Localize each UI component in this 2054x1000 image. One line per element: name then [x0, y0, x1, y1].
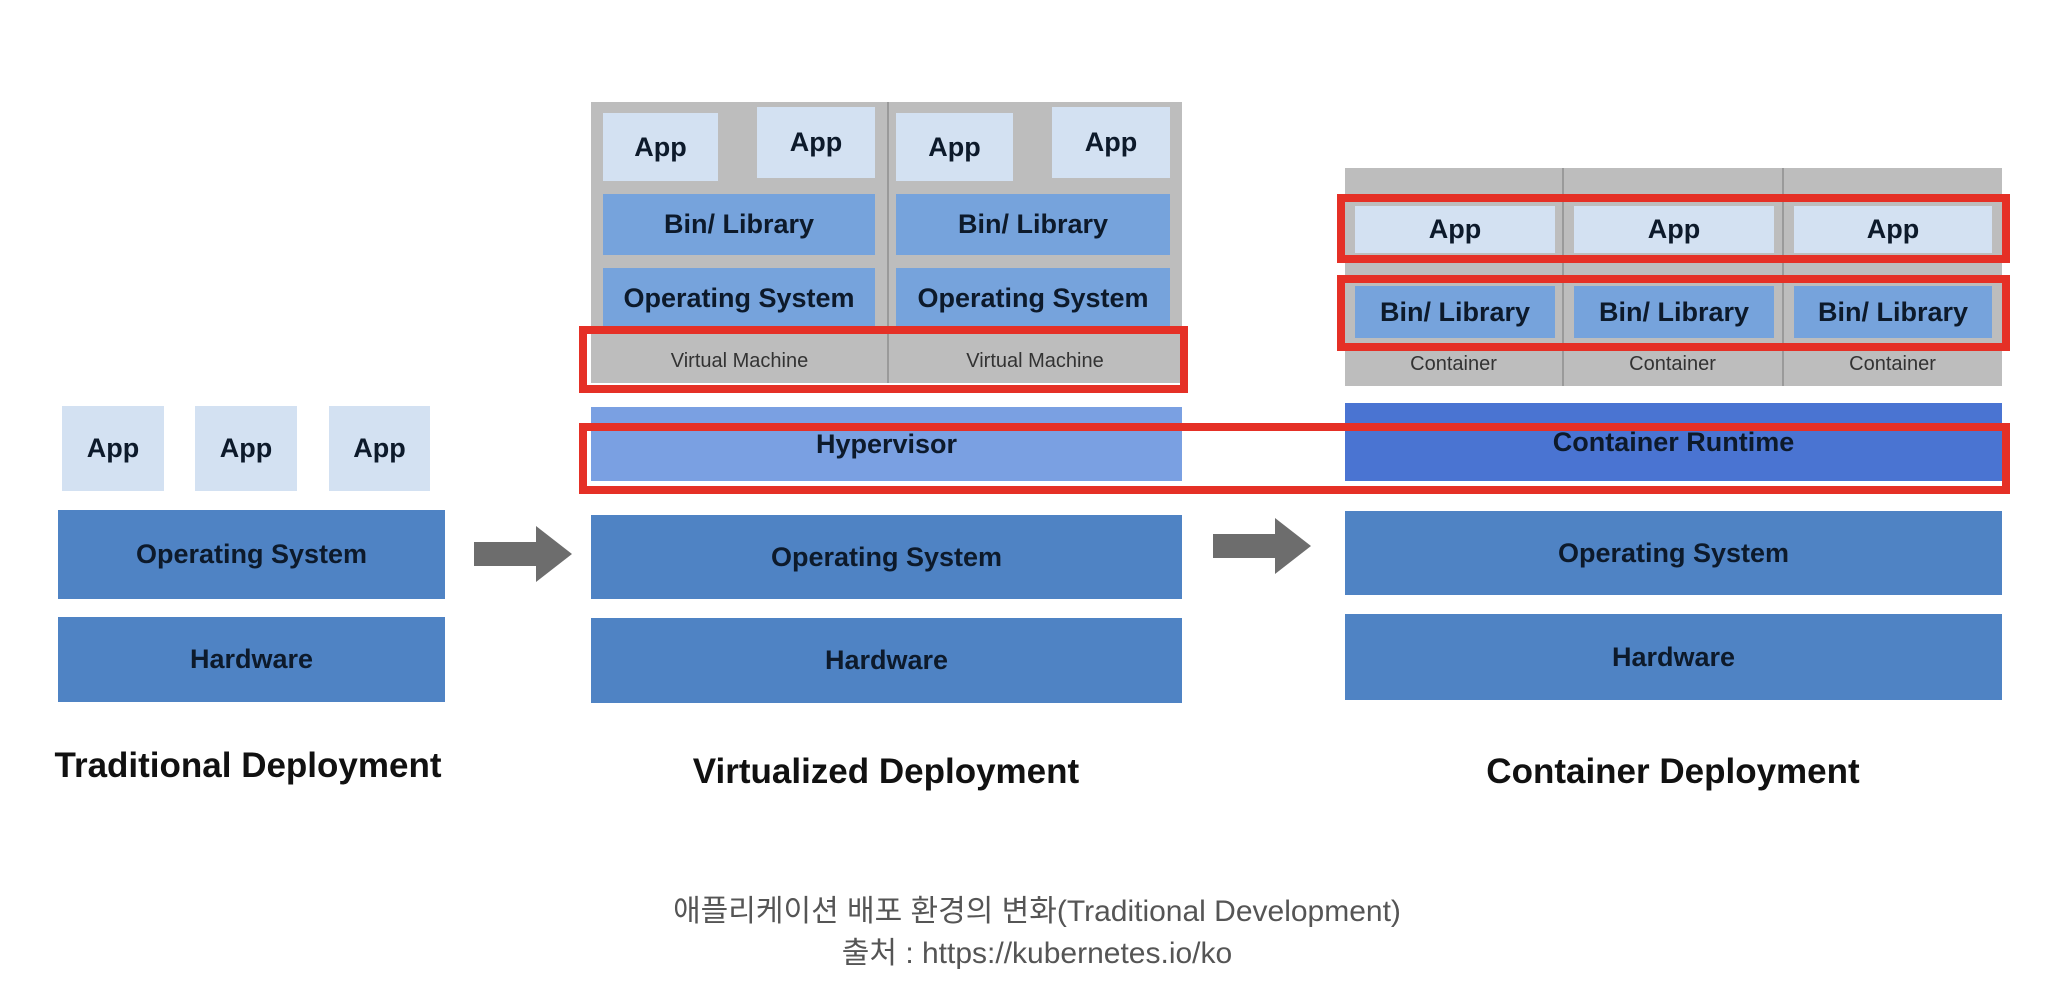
- app-box: App: [195, 406, 297, 491]
- hardware-layer: Hardware: [1345, 614, 2002, 700]
- arrow-right-icon: [1213, 518, 1311, 574]
- caption-title: 애플리케이션 배포 환경의 변화(Traditional Development…: [673, 895, 1401, 928]
- virtualized-title: Virtualized Deployment: [692, 752, 1080, 791]
- bin-library-layer: Bin/ Library: [896, 194, 1170, 255]
- bin-library-layer: Bin/ Library: [603, 194, 875, 255]
- arrow-right-icon: [474, 526, 572, 582]
- hardware-layer: Hardware: [591, 618, 1182, 703]
- app-box: App: [329, 406, 430, 491]
- guest-os-layer: Operating System: [603, 268, 875, 328]
- caption-source: 출처 : https://kubernetes.io/ko: [841, 937, 1233, 970]
- app-box: App: [62, 406, 164, 491]
- traditional-title: Traditional Deployment: [54, 746, 442, 785]
- hardware-layer: Hardware: [58, 617, 445, 702]
- highlight-container-bin: [1337, 275, 2010, 351]
- container-title: Container Deployment: [1486, 752, 1860, 791]
- os-layer: Operating System: [591, 515, 1182, 599]
- container-label: Container: [1629, 352, 1716, 375]
- app-box: App: [757, 107, 875, 178]
- highlight-container-app: [1337, 194, 2010, 263]
- container-label: Container: [1410, 352, 1497, 375]
- app-box: App: [603, 113, 718, 181]
- app-box: App: [1052, 107, 1170, 178]
- guest-os-layer: Operating System: [896, 268, 1170, 328]
- app-box: App: [896, 113, 1013, 181]
- os-layer: Operating System: [58, 510, 445, 599]
- highlight-virtual-machine: [579, 326, 1188, 393]
- container-label: Container: [1849, 352, 1936, 375]
- highlight-hypervisor-runtime: [579, 423, 2010, 494]
- os-layer: Operating System: [1345, 511, 2002, 595]
